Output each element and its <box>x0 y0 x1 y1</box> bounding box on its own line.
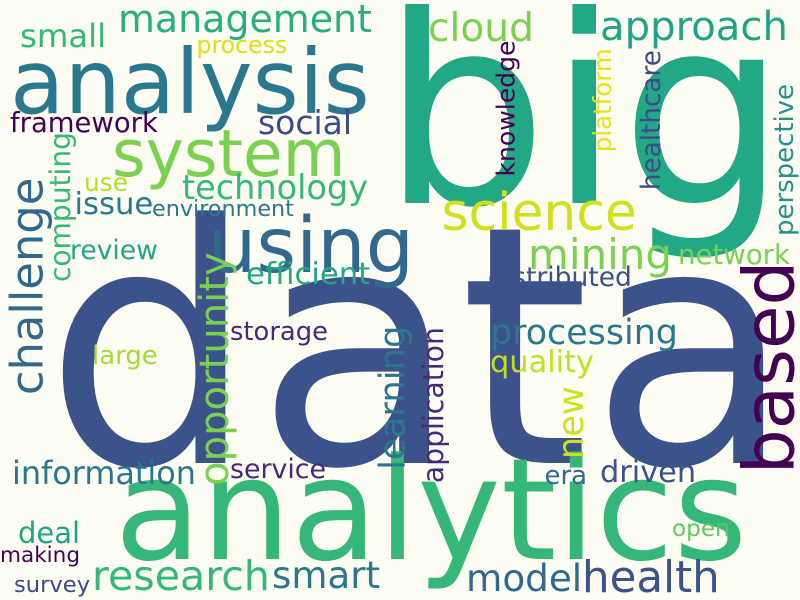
word-open: open <box>672 514 730 542</box>
word-health: health <box>582 553 720 600</box>
word-challenge: challenge <box>0 177 53 395</box>
word-social: social <box>258 102 352 142</box>
word-learning: learning <box>372 325 414 470</box>
word-efficient: efficient <box>246 256 371 292</box>
word-based: based <box>727 260 800 474</box>
word-opportunity: opportunity <box>191 252 238 486</box>
word-cloud: data big analytics analysis using system… <box>0 0 800 600</box>
word-driven: driven <box>600 455 697 490</box>
word-use: use <box>84 167 129 197</box>
word-application: application <box>416 327 450 484</box>
word-new: new <box>550 385 592 459</box>
word-storage: storage <box>230 317 328 347</box>
word-service: service <box>230 453 327 485</box>
word-perspective: perspective <box>770 83 800 236</box>
word-quality: quality <box>490 345 595 380</box>
word-framework: framework <box>10 107 158 139</box>
word-survey: survey <box>14 571 91 598</box>
word-knowledge: knowledge <box>491 40 521 177</box>
word-research: research <box>92 551 270 600</box>
word-large: large <box>92 341 158 371</box>
word-review: review <box>70 234 158 266</box>
word-approach: approach <box>600 4 788 50</box>
word-network: network <box>678 238 790 271</box>
word-process: process <box>196 31 288 59</box>
word-smart: smart <box>272 553 381 597</box>
word-making: making <box>0 543 80 568</box>
word-healthcare: healthcare <box>636 50 667 191</box>
word-information: information <box>12 454 196 492</box>
word-platform: platform <box>587 48 617 153</box>
word-small: small <box>20 17 107 55</box>
word-environment: environment <box>152 196 294 222</box>
word-era: era <box>544 461 588 491</box>
word-model: model <box>466 555 583 600</box>
word-distributed: distributed <box>488 261 632 293</box>
